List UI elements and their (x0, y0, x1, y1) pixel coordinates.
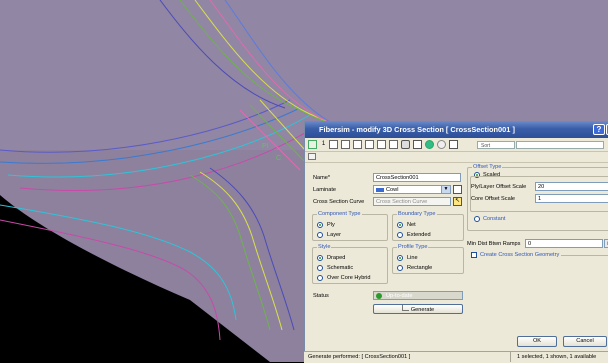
globe-icon[interactable] (425, 140, 434, 149)
profile-type-group: Profile Type Line Rectangle (392, 244, 464, 274)
radio-draped[interactable] (317, 255, 323, 261)
core-scale-label: Core Offset Scale (471, 196, 516, 202)
boundary-type-group: Boundary Type Net Extended (392, 211, 464, 241)
over-core-hybrid-label: Over Core Hybrid (327, 275, 371, 281)
status-bar: Generate performed: [ CrossSection001 ] … (304, 351, 608, 363)
status-label: Status (313, 293, 329, 299)
dialog-titlebar[interactable]: Fibersim - modify 3D Cross Section [ Cro… (305, 121, 608, 138)
cursor-pick-icon[interactable]: ↖ (453, 197, 462, 206)
dialog-subbar (305, 152, 608, 163)
copy-icon[interactable] (341, 140, 350, 149)
laminate-select[interactable]: Cowl ▼ (373, 185, 451, 194)
table-icon[interactable] (449, 140, 458, 149)
cross-section-dialog: Fibersim - modify 3D Cross Section [ Cro… (304, 121, 608, 362)
draped-label: Draped (327, 255, 346, 261)
radio-ply[interactable] (317, 222, 323, 228)
min-dist-label: Min Dist Btwn Ramps (467, 241, 521, 247)
chart-icon[interactable] (413, 140, 422, 149)
radio-over-core-hybrid[interactable] (317, 275, 323, 281)
ply-scale-input[interactable]: 20 (535, 182, 608, 191)
status-message: Generate performed: [ CrossSection001 ] (308, 354, 411, 360)
status-field: Up-to-date (373, 291, 463, 300)
svg-text:Pl: Pl (262, 143, 269, 150)
selection-info: 1 selected, 1 shown, 1 available (510, 352, 596, 362)
constant-label: Constant (483, 216, 506, 222)
ply-scale-label: Ply/Layer Offset Scale (471, 184, 527, 190)
offset-type-group: Offset Type Scaled Ply/Layer Offset Scal… (467, 164, 608, 231)
rectangle-label: Rectangle (407, 265, 433, 271)
laminate-icon (376, 188, 384, 192)
chevron-down-icon[interactable]: ▼ (441, 186, 450, 193)
binoculars-icon[interactable] (401, 140, 410, 149)
paste-icon[interactable] (353, 140, 362, 149)
curve-label: Cross Section Curve (313, 199, 365, 205)
core-scale-input[interactable]: 1 (535, 194, 608, 203)
radio-rectangle[interactable] (397, 265, 403, 271)
line-label: Line (407, 255, 418, 261)
create-geometry-checkbox[interactable] (471, 252, 477, 258)
component-type-group: Component Type Ply Layer (312, 211, 388, 241)
new-document-icon[interactable] (329, 140, 338, 149)
laminate-label: Laminate (313, 187, 337, 193)
radio-line[interactable] (397, 255, 403, 261)
grid-icon[interactable] (389, 140, 398, 149)
component-type-title: Component Type (317, 211, 362, 217)
unit-selector[interactable]: in (604, 239, 608, 248)
schematic-label: Schematic (327, 265, 354, 271)
move-icon[interactable] (308, 140, 317, 149)
ply-label: Ply (327, 222, 335, 228)
generate-label: Generate (410, 307, 435, 313)
duplicate-icon[interactable] (365, 140, 374, 149)
net-label: Net (407, 222, 416, 228)
boundary-type-title: Boundary Type (397, 211, 437, 217)
laminate-browse-icon[interactable] (453, 185, 462, 194)
name-label: Name* (313, 175, 331, 181)
name-input[interactable]: CrossSection001 (373, 173, 461, 182)
sort-field[interactable]: Sort (477, 141, 515, 149)
style-group: Style Draped Schematic Over Core Hybrid (312, 244, 388, 284)
counter-label: 1 (321, 141, 326, 147)
list-icon[interactable] (308, 153, 316, 160)
status-value: Up-to-date (386, 293, 413, 299)
document-icon[interactable] (377, 140, 386, 149)
profile-type-title: Profile Type (397, 244, 429, 250)
curve-input[interactable]: Cross Section Curve (373, 197, 451, 206)
help-button[interactable]: ? (593, 124, 605, 135)
radio-constant[interactable] (474, 216, 480, 222)
layer-label: Layer (327, 232, 341, 238)
dialog-title: Fibersim - modify 3D Cross Section [ Cro… (319, 125, 515, 134)
geometry-divider (561, 255, 608, 256)
min-dist-input[interactable]: 0 (525, 239, 603, 248)
radio-layer[interactable] (317, 232, 323, 238)
properties-pane: Name* CrossSection001 Laminate Cowl ▼ Cr… (309, 164, 608, 347)
sort-dropdown[interactable] (516, 141, 604, 149)
ok-button[interactable]: OK (517, 336, 557, 347)
cancel-button[interactable]: Cancel (563, 336, 607, 347)
svg-text:C: C (276, 155, 281, 162)
generate-icon (401, 305, 409, 311)
extended-label: Extended (407, 232, 431, 238)
radio-extended[interactable] (397, 232, 403, 238)
magnifier-icon[interactable] (437, 140, 446, 149)
radio-schematic[interactable] (317, 265, 323, 271)
radio-net[interactable] (397, 222, 403, 228)
laminate-value: Cowl (386, 187, 399, 193)
status-green-icon (376, 293, 382, 299)
create-geometry-label: Create Cross Section Geometry (480, 252, 560, 258)
generate-button[interactable]: Generate (373, 304, 463, 314)
style-title: Style (317, 244, 332, 250)
offset-type-title: Offset Type (472, 164, 503, 170)
